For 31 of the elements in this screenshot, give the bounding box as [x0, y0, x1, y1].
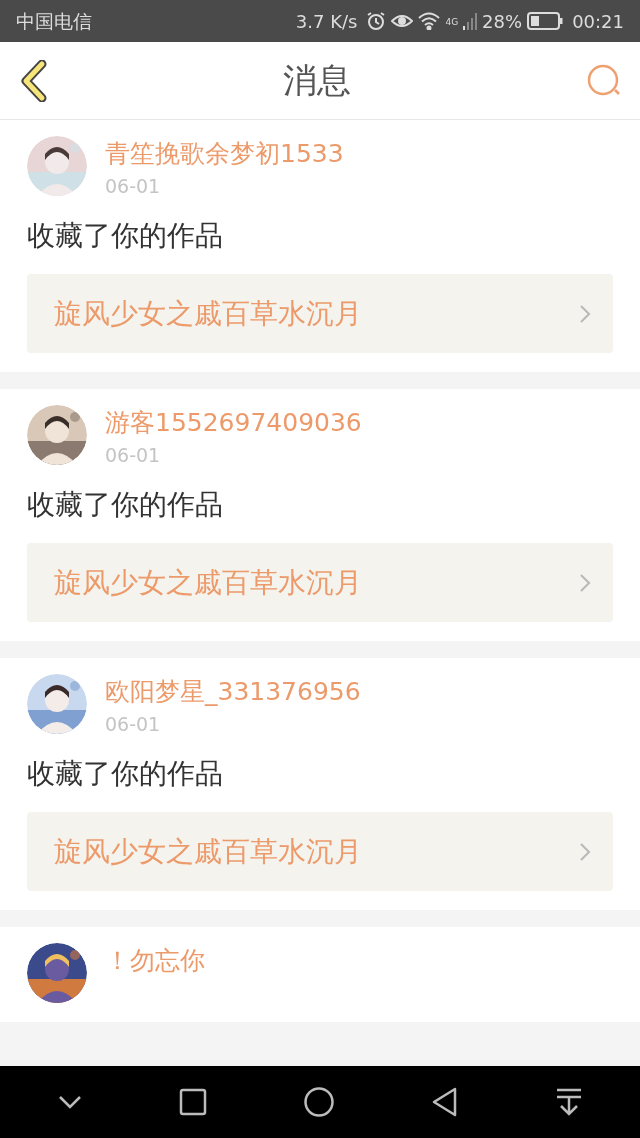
alarm-icon [366, 11, 387, 31]
collapse-button[interactable] [57, 1094, 84, 1110]
chevron-icon [579, 841, 591, 862]
signal-icon [463, 12, 478, 30]
page-title: 消息 [282, 59, 352, 102]
battery-icon [527, 12, 564, 30]
wifi-icon [418, 12, 441, 30]
message-date: 06-01 [105, 174, 162, 199]
notification-pull-button[interactable] [554, 1087, 583, 1117]
home-button[interactable] [303, 1086, 335, 1118]
message-date: 06-01 [105, 443, 162, 468]
message-date: 06-01 [105, 712, 162, 737]
clock-time: 00:21 [572, 9, 624, 34]
work-link[interactable]: 旋风少女之戚百草水沉月 [27, 274, 613, 353]
message-text: 收藏了你的作品 [27, 218, 224, 254]
battery-percent: 28% [482, 9, 523, 34]
network-type: 4G [445, 15, 459, 29]
user-name[interactable]: 欧阳梦星_331376956 [105, 674, 361, 710]
eye-icon [391, 13, 414, 29]
user-name[interactable]: ！勿忘你 [105, 943, 205, 979]
message-text: 收藏了你的作品 [27, 487, 224, 523]
recents-button[interactable] [178, 1087, 209, 1117]
carrier-name: 中国电信 [16, 8, 92, 34]
chevron-icon [579, 572, 591, 593]
user-name[interactable]: 青笙挽歌余梦初1533 [105, 136, 344, 172]
message-text: 收藏了你的作品 [27, 756, 224, 792]
network-speed: 3.7 K/s [295, 9, 358, 34]
user-name[interactable]: 游客1552697409036 [105, 405, 362, 441]
chevron-icon [579, 303, 591, 324]
work-link[interactable]: 旋风少女之戚百草水沉月 [27, 543, 613, 622]
work-link[interactable]: 旋风少女之戚百草水沉月 [27, 812, 613, 891]
